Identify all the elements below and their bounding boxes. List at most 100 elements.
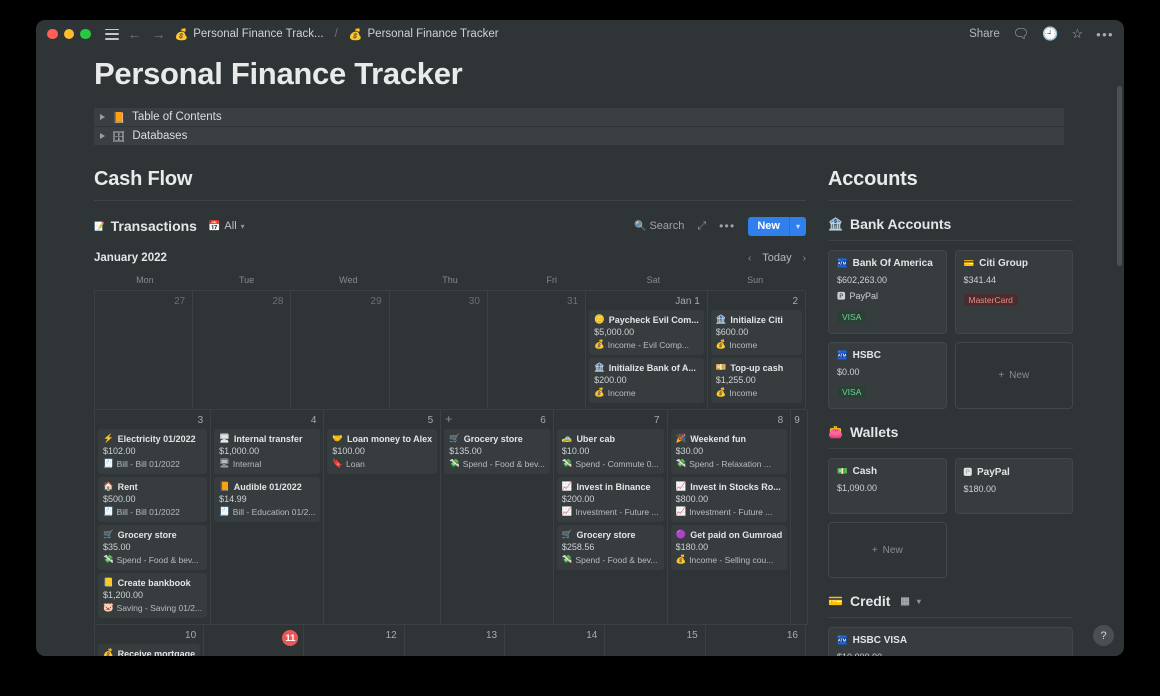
chevron-down-icon[interactable]: ▾ (917, 597, 921, 606)
calendar-event[interactable]: 🛒Grocery store$35.00💸Spend - Food & bev.… (98, 525, 207, 570)
calendar-day-cell[interactable]: 31 (488, 291, 586, 410)
calendar-event[interactable]: 🏦Initialize Bank of A...$200.00💰Income (589, 358, 704, 403)
event-name-label: Invest in Stocks Ro... (690, 482, 781, 492)
calendar-event[interactable]: 🏠Rent$500.00🧾Bill - Bill 01/2022 (98, 477, 207, 522)
memo-icon: 📝 (94, 221, 105, 232)
add-event-icon[interactable]: + (445, 413, 452, 425)
breadcrumb-current[interactable]: 💰 Personal Finance Tracker (349, 28, 499, 41)
event-tag: 💰Income - Selling cou... (676, 554, 783, 565)
help-button[interactable]: ? (1093, 625, 1114, 646)
calendar-day-cell[interactable]: +6🛒Grocery store$135.00💸Spend - Food & b… (441, 410, 554, 625)
calendar-event[interactable]: 📈Invest in Binance$200.00📈Investment - F… (557, 477, 664, 522)
star-icon[interactable]: ☆ (1071, 26, 1083, 42)
new-record-button[interactable]: New ▾ (748, 217, 806, 236)
new-account-button[interactable]: +New (828, 522, 947, 578)
view-selector[interactable]: 📅 All ▾ (208, 220, 245, 232)
chevron-right-icon[interactable] (100, 133, 105, 139)
next-month-button[interactable]: › (803, 253, 806, 264)
calendar-day-cell[interactable]: 11 (204, 625, 304, 656)
calendar-day-cell[interactable]: 5🤝Loan money to Alex$100.00🔖Loan (324, 410, 441, 625)
event-tag: 💸Spend - Commute 0... (562, 458, 659, 469)
more-options-icon[interactable]: ••• (1096, 27, 1114, 42)
calendar-day-cell[interactable]: 15 (605, 625, 705, 656)
page-content: Personal Finance Tracker 📙 Table of Cont… (36, 48, 1124, 656)
calendar-event[interactable]: 💴Top-up cash$1,255.00💰Income (711, 358, 802, 403)
expand-icon[interactable]: ⤢ (697, 220, 706, 233)
credit-card-item[interactable]: 🏧 HSBC VISA $10,000.00 Used 0% ⬇ Debt 2 (828, 627, 1073, 656)
calendar-event[interactable]: 🎉Weekend fun$30.00💸Spend - Relaxation ..… (671, 429, 788, 474)
sidebar-toggle-icon[interactable] (105, 29, 119, 40)
calendar-event[interactable]: 💰Receive mortgage$600,000.00🪶Debt (98, 644, 200, 656)
today-button[interactable]: Today (762, 252, 791, 264)
search-button[interactable]: 🔍 Search (634, 220, 684, 232)
database-more-icon[interactable]: ••• (719, 219, 735, 233)
calendar-event[interactable]: 🏦Initialize Citi$600.00💰Income (711, 310, 802, 355)
calendar-icon: 📅 (208, 221, 220, 232)
calendar-day-cell[interactable]: 7🚕Uber cab$10.00💸Spend - Commute 0...📈In… (554, 410, 668, 625)
event-tag-label: Spend - Commute 0... (575, 459, 658, 469)
clock-icon[interactable]: 🕘 (1042, 26, 1058, 42)
calendar-day-cell[interactable]: 16 (706, 625, 806, 656)
calendar-event[interactable]: 🚕Uber cab$10.00💸Spend - Commute 0... (557, 429, 664, 474)
forward-arrow-icon[interactable]: → (151, 26, 167, 42)
calendar-day-cell[interactable]: 14 (505, 625, 605, 656)
event-tag-label: Spend - Relaxation ... (689, 459, 771, 469)
calendar-day-cell[interactable]: 2🏦Initialize Citi$600.00💰Income💴Top-up c… (708, 291, 806, 410)
calendar-day-cell[interactable]: 12 (304, 625, 404, 656)
event-amount: $500.00 (103, 494, 202, 504)
breadcrumb-parent[interactable]: 💰 Personal Finance Track... (175, 28, 324, 41)
calendar-day-cell[interactable]: 28 (193, 291, 291, 410)
calendar-day-cell[interactable]: 9 (791, 410, 808, 625)
calendar-event[interactable]: 🪙Paycheck Evil Com...$5,000.00💰Income - … (589, 310, 704, 355)
calendar-event[interactable]: 📙Audible 01/2022$14.99🧾Bill - Education … (214, 477, 320, 522)
prev-month-button[interactable]: ‹ (748, 253, 751, 264)
comment-icon[interactable]: 🗨 (1013, 26, 1030, 42)
event-tag-icon: 🔖 (332, 458, 343, 469)
toggle-table-of-contents[interactable]: 📙 Table of Contents (94, 108, 1064, 127)
search-icon: 🔍 (634, 221, 646, 232)
calendar-day-cell[interactable]: 13 (405, 625, 505, 656)
calendar-event[interactable]: ⚡Electricity 01/2022$102.00🧾Bill - Bill … (98, 429, 207, 474)
calendar-day-cell[interactable]: 3⚡Electricity 01/2022$102.00🧾Bill - Bill… (95, 410, 211, 625)
account-card[interactable]: 🏧HSBC$0.00VISA (828, 342, 947, 409)
calendar-event[interactable]: 🤝Loan money to Alex$100.00🔖Loan (327, 429, 437, 474)
calendar-day-cell[interactable]: 27 (95, 291, 193, 410)
maximize-window-button[interactable] (80, 29, 91, 40)
day-number: 9 (794, 414, 804, 429)
account-card[interactable]: 💳Citi Group$341.44MasterCard (955, 250, 1074, 334)
close-window-button[interactable] (47, 29, 58, 40)
calendar-day-cell[interactable]: 10💰Receive mortgage$600,000.00🪶Debt (95, 625, 204, 656)
calendar-day-cell[interactable]: 30 (390, 291, 488, 410)
calendar-day-cell[interactable]: Jan 1🪙Paycheck Evil Com...$5,000.00💰Inco… (586, 291, 708, 410)
new-account-button[interactable]: +New (955, 342, 1074, 409)
calendar-event[interactable]: 🛒Grocery store$258.56💸Spend - Food & bev… (557, 525, 664, 570)
calendar-event[interactable]: 🛒Grocery store$135.00💸Spend - Food & bev… (444, 429, 550, 474)
calendar-day-cell[interactable]: 8🎉Weekend fun$30.00💸Spend - Relaxation .… (668, 410, 792, 625)
calendar-event[interactable]: 🟣Get paid on Gumroad$180.00💰Income - Sel… (671, 525, 788, 570)
calendar-day-cell[interactable]: 4🖥Internal transfer$1,000.00🖥Internal📙Au… (211, 410, 324, 625)
calendar-day-cell[interactable]: 29 (291, 291, 389, 410)
account-card[interactable]: 🅿PayPal$180.00 (955, 458, 1074, 514)
chevron-down-icon[interactable]: ▾ (789, 217, 806, 236)
calendar-event[interactable]: 🖥Internal transfer$1,000.00🖥Internal (214, 429, 320, 474)
chevron-right-icon[interactable] (100, 114, 105, 120)
calendar-event[interactable]: 📈Invest in Stocks Ro...$800.00📈Investmen… (671, 477, 788, 522)
minimize-window-button[interactable] (64, 29, 75, 40)
calendar-event[interactable]: 📒Create bankbook$1,200.00🐷Saving - Savin… (98, 573, 207, 618)
event-icon: ⚡ (103, 433, 114, 444)
database-title[interactable]: 📝 Transactions (94, 218, 197, 234)
account-card[interactable]: 💵Cash$1,090.00 (828, 458, 947, 514)
account-icon: 🏧 (837, 350, 848, 361)
page-scrollbar[interactable] (1117, 86, 1122, 266)
back-arrow-icon[interactable]: ← (127, 26, 143, 42)
chevron-down-icon[interactable]: ▾ (241, 222, 245, 231)
share-button[interactable]: Share (969, 28, 1000, 40)
toggle-databases[interactable]: 🗄 Databases (94, 127, 1064, 146)
table-view-icon[interactable]: ▦ (900, 596, 909, 607)
account-card[interactable]: 🏧Bank Of America$602,263.00🅿PayPalVISA (828, 250, 947, 334)
traffic-lights[interactable] (47, 29, 91, 40)
event-name-label: Electricity 01/2022 (118, 434, 196, 444)
event-tag-label: Income (608, 388, 636, 398)
event-name: 🏦Initialize Bank of A... (594, 362, 699, 373)
new-record-label: New (748, 217, 789, 236)
